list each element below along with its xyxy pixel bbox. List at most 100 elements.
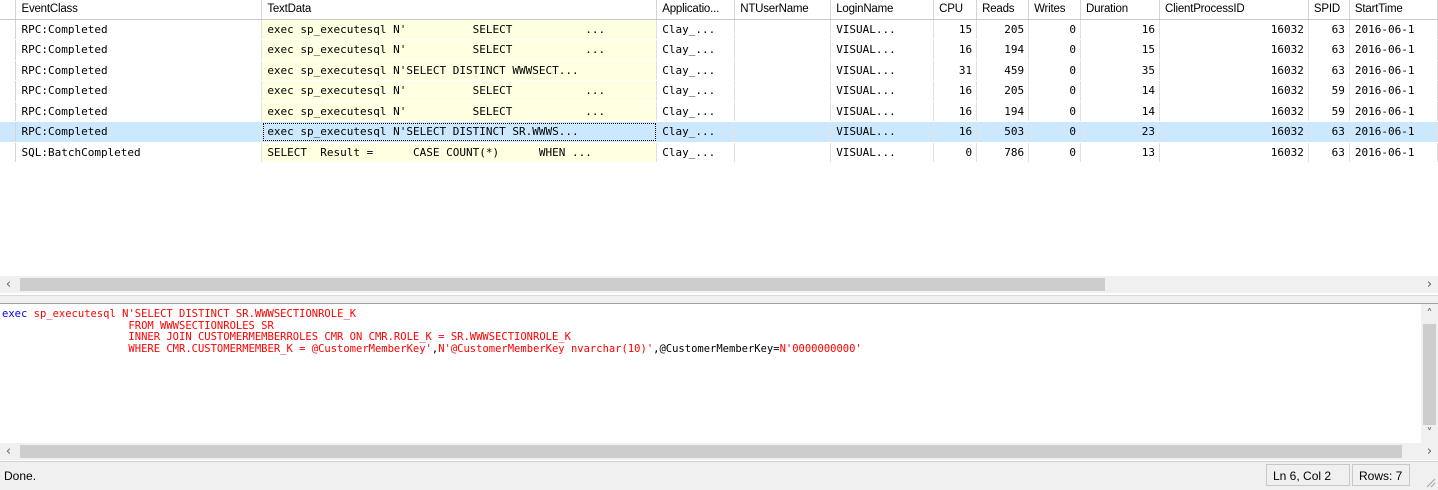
table-row[interactable]: RPC:Completed exec sp_executesql N'SELECT… <box>0 121 1438 143</box>
cell-cpu[interactable]: 0 <box>933 142 978 163</box>
cell-event[interactable]: RPC:Completed <box>15 60 263 81</box>
cell-app[interactable]: Clay_... <box>656 19 736 40</box>
detail-horizontal-scrollbar[interactable]: ‹ › <box>0 443 1438 460</box>
cell-nt[interactable] <box>734 121 832 143</box>
cell-writes[interactable]: 0 <box>1028 19 1082 40</box>
cell-nt[interactable] <box>734 101 832 122</box>
resize-grip-icon[interactable] <box>1424 476 1436 488</box>
cell-reads[interactable]: 205 <box>976 80 1030 102</box>
cell-event[interactable]: SQL:BatchCompleted <box>15 142 263 163</box>
cell-duration[interactable]: 14 <box>1080 80 1160 102</box>
cell-login[interactable]: VISUAL... <box>830 80 935 102</box>
cell-pid[interactable]: 16032 <box>1159 19 1309 40</box>
cell-reads[interactable]: 459 <box>976 60 1030 81</box>
column-header[interactable]: SPID <box>1308 0 1350 20</box>
cell-cpu[interactable]: 15 <box>933 19 978 40</box>
trace-grid[interactable]: EventClass TextData Applicatio... NTUserNam… <box>0 0 1438 295</box>
scroll-right-icon[interactable]: › <box>1421 276 1438 293</box>
column-header[interactable]: Writes <box>1028 0 1082 20</box>
column-header[interactable]: EventClass <box>15 0 263 20</box>
cell-spid[interactable]: 59 <box>1308 101 1350 122</box>
grid-horizontal-scrollbar[interactable]: ‹ › <box>0 276 1438 293</box>
column-header[interactable]: StartTime <box>1349 0 1438 20</box>
cell-writes[interactable]: 0 <box>1028 60 1082 81</box>
cell-nt[interactable] <box>734 60 832 81</box>
row-gutter[interactable] <box>0 121 17 143</box>
cell-text[interactable]: exec sp_executesql N' SELECT ... <box>261 39 658 61</box>
cell-app[interactable]: Clay_... <box>656 121 736 143</box>
table-row[interactable]: RPC:Completed exec sp_executesql N' SELEC… <box>0 19 1438 40</box>
row-gutter[interactable] <box>0 142 17 163</box>
cell-event[interactable]: RPC:Completed <box>15 121 263 143</box>
cell-nt[interactable] <box>734 19 832 40</box>
cell-pid[interactable]: 16032 <box>1159 101 1309 122</box>
detail-vertical-scrollbar[interactable]: ˄ ˅ <box>1421 304 1438 443</box>
cell-start[interactable]: 2016-06-1 <box>1349 39 1438 61</box>
cell-pid[interactable]: 16032 <box>1159 121 1309 143</box>
cell-login[interactable]: VISUAL... <box>830 60 935 81</box>
cell-event[interactable]: RPC:Completed <box>15 101 263 122</box>
cell-login[interactable]: VISUAL... <box>830 121 935 143</box>
cell-text[interactable]: SELECT Result = CASE COUNT(*) WHEN ... <box>261 142 658 163</box>
column-header[interactable]: CPU <box>933 0 978 20</box>
table-row[interactable]: SQL:BatchCompleted SELECT Result = CASE C… <box>0 142 1438 163</box>
cell-app[interactable]: Clay_... <box>656 80 736 102</box>
cell-app[interactable]: Clay_... <box>656 142 736 163</box>
cell-nt[interactable] <box>734 80 832 102</box>
column-header[interactable]: TextData <box>261 0 658 20</box>
column-header[interactable]: Applicatio... <box>656 0 736 20</box>
column-header[interactable]: NTUserName <box>734 0 832 20</box>
cell-cpu[interactable]: 31 <box>933 60 978 81</box>
cell-duration[interactable]: 35 <box>1080 60 1160 81</box>
cell-text[interactable]: exec sp_executesql N' SELECT ... <box>261 101 658 122</box>
cell-reads[interactable]: 786 <box>976 142 1030 163</box>
cell-duration[interactable]: 16 <box>1080 19 1160 40</box>
cell-login[interactable]: VISUAL... <box>830 39 935 61</box>
cell-text[interactable]: exec sp_executesql N' SELECT ... <box>261 19 658 40</box>
cell-spid[interactable]: 63 <box>1308 121 1350 143</box>
cell-spid[interactable]: 63 <box>1308 142 1350 163</box>
cell-event[interactable]: RPC:Completed <box>15 39 263 61</box>
cell-writes[interactable]: 0 <box>1028 80 1082 102</box>
cell-spid[interactable]: 59 <box>1308 80 1350 102</box>
cell-app[interactable]: Clay_... <box>656 60 736 81</box>
row-gutter[interactable] <box>0 80 17 102</box>
cell-start[interactable]: 2016-06-1 <box>1349 19 1438 40</box>
cell-app[interactable]: Clay_... <box>656 101 736 122</box>
column-header[interactable]: ClientProcessID <box>1159 0 1309 20</box>
cell-pid[interactable]: 16032 <box>1159 142 1309 163</box>
scroll-up-icon[interactable]: ˄ <box>1421 306 1438 323</box>
cell-text[interactable]: exec sp_executesql N'SELECT DISTINCT WWW… <box>261 60 658 81</box>
cell-duration[interactable]: 14 <box>1080 101 1160 122</box>
cell-spid[interactable]: 63 <box>1308 19 1350 40</box>
cell-writes[interactable]: 0 <box>1028 142 1082 163</box>
cell-spid[interactable]: 63 <box>1308 39 1350 61</box>
column-header[interactable]: Duration <box>1080 0 1160 20</box>
pane-splitter[interactable] <box>0 295 1438 304</box>
table-row[interactable]: RPC:Completed exec sp_executesql N'SELECT… <box>0 60 1438 81</box>
cell-cpu[interactable]: 16 <box>933 101 978 122</box>
cell-reads[interactable]: 205 <box>976 19 1030 40</box>
cell-login[interactable]: VISUAL... <box>830 142 935 163</box>
cell-cpu[interactable]: 16 <box>933 80 978 102</box>
cell-cpu[interactable]: 16 <box>933 39 978 61</box>
cell-duration[interactable]: 13 <box>1080 142 1160 163</box>
cell-start[interactable]: 2016-06-1 <box>1349 60 1438 81</box>
row-gutter[interactable] <box>0 101 17 122</box>
cell-cpu[interactable]: 16 <box>933 121 978 143</box>
sql-text[interactable]: exec sp_executesql N'SELECT DISTINCT SR.… <box>2 308 862 355</box>
cell-text[interactable]: exec sp_executesql N' SELECT ... <box>261 80 658 102</box>
cell-login[interactable]: VISUAL... <box>830 101 935 122</box>
cell-start[interactable]: 2016-06-1 <box>1349 80 1438 102</box>
cell-event[interactable]: RPC:Completed <box>15 19 263 40</box>
cell-reads[interactable]: 503 <box>976 121 1030 143</box>
cell-duration[interactable]: 15 <box>1080 39 1160 61</box>
scroll-left-icon[interactable]: ‹ <box>0 276 17 293</box>
cell-reads[interactable]: 194 <box>976 101 1030 122</box>
cell-nt[interactable] <box>734 39 832 61</box>
column-header[interactable]: LoginName <box>830 0 935 20</box>
cell-writes[interactable]: 0 <box>1028 39 1082 61</box>
cell-pid[interactable]: 16032 <box>1159 60 1309 81</box>
row-gutter[interactable] <box>0 39 17 61</box>
cell-text[interactable]: exec sp_executesql N'SELECT DISTINCT SR.… <box>261 121 658 143</box>
